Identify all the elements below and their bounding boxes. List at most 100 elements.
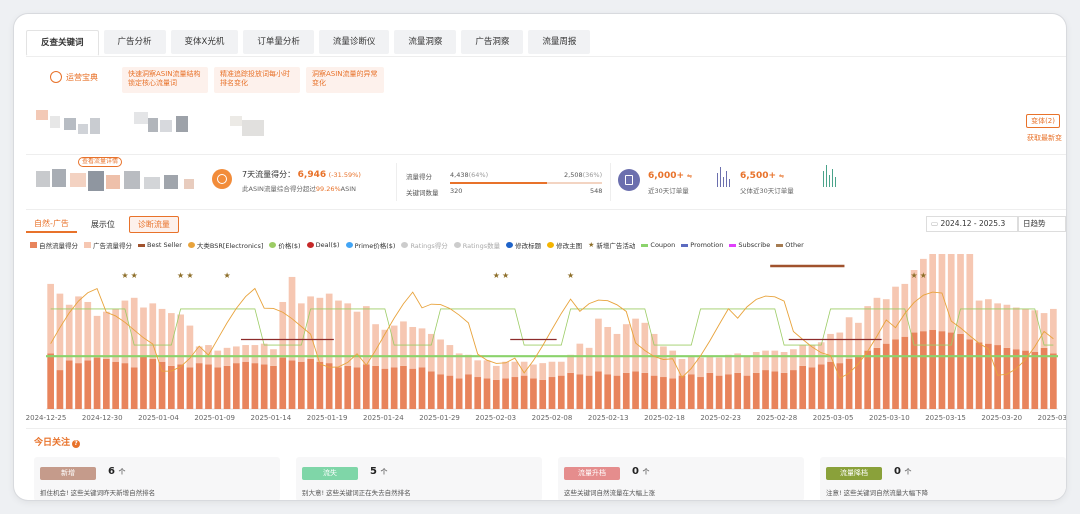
organic-bar xyxy=(613,375,621,409)
organic-bar xyxy=(492,379,500,409)
today-card[interactable]: 新增 6 个抓住机会! 这些关键词昨天新增自然排名 xyxy=(34,457,280,500)
x-tick-label: 2024-12-30 xyxy=(82,414,123,422)
help-icon[interactable]: ? xyxy=(72,440,81,448)
ad-bar xyxy=(297,303,305,362)
organic-bar xyxy=(103,358,110,409)
tab-reverse-keywords[interactable]: 反查关键词 xyxy=(26,30,99,56)
organic-bar xyxy=(799,365,807,409)
tab-variant-xray[interactable]: 变体X光机 xyxy=(170,30,239,54)
organic-bar xyxy=(780,372,788,409)
organic-bar xyxy=(530,378,537,409)
subtab-diagnose[interactable]: 诊断流量 xyxy=(128,216,179,233)
tip-card[interactable]: 精准追踪投放词每小时排名变化 xyxy=(214,67,300,93)
ad-bar xyxy=(790,349,797,371)
organic-bar xyxy=(650,375,658,409)
organic-bar xyxy=(1031,352,1039,409)
date-range-picker[interactable]: ▭ 2024.12 - 2025.3 xyxy=(926,216,1018,232)
organic-bar xyxy=(752,372,760,409)
today-card[interactable]: 流量降档 0 个注意! 这些关键词自然流量大幅下降 xyxy=(820,457,1066,500)
trend-select[interactable]: 日趋势 xyxy=(1018,216,1066,232)
organic-bar xyxy=(734,372,742,409)
tab-ad-analysis[interactable]: 广告分析 xyxy=(103,30,166,54)
divider xyxy=(396,163,397,201)
score-value: 6,946 xyxy=(297,170,327,180)
fetch-latest-link[interactable]: 获取最新变 xyxy=(1027,133,1062,143)
tab-traffic-diagnosis[interactable]: 流量诊断仪 xyxy=(318,30,390,54)
legend-swatch xyxy=(453,242,461,248)
ad-bar xyxy=(660,346,667,378)
ops-guide[interactable]: 运营宝典 xyxy=(50,71,98,83)
tab-traffic-insight[interactable]: 流量洞察 xyxy=(394,30,457,54)
ops-guide-label: 运营宝典 xyxy=(66,72,98,82)
ad-bar xyxy=(975,300,983,343)
legend-item[interactable]: Best Seller xyxy=(138,240,182,250)
ad-bar xyxy=(604,326,612,375)
flow-progress-fill xyxy=(450,182,548,184)
organic-bar xyxy=(130,367,138,409)
legend-item[interactable]: 大类BSR[Electronics] xyxy=(187,240,263,250)
today-card[interactable]: 流量升档 0 个这些关键词自然流量在大幅上涨 xyxy=(558,457,804,500)
organic-bar xyxy=(845,358,853,409)
chart-legend: 自然流量得分 广告流量得分 Best Seller 大类BSR[Electronics… xyxy=(30,240,1060,250)
organic-bar xyxy=(697,377,704,409)
today-focus: 今日关注? 新增 6 个抓住机会! 这些关键词昨天新增自然排名 流失 5 个别大意! … xyxy=(26,428,1066,500)
today-card[interactable]: 流失 5 个别大意! 这些关键词正在失去自然排名 xyxy=(296,457,542,500)
ad-bar xyxy=(251,345,259,364)
legend-label: 价格($) xyxy=(278,242,301,250)
ad-bar xyxy=(836,332,844,364)
legend-item[interactable]: 价格($) xyxy=(269,240,301,250)
tip-card[interactable]: 快速洞察ASIN流量结构锁定核心流量词 xyxy=(122,67,208,93)
variant-button[interactable]: 变体(2) xyxy=(1026,114,1060,128)
ad-bar xyxy=(474,360,482,378)
organic-bar xyxy=(715,375,723,409)
organic-bar xyxy=(316,361,324,409)
organic-bar xyxy=(901,336,909,409)
legend-label: Coupon xyxy=(650,241,676,249)
ad-bar xyxy=(994,303,1001,346)
legend-item[interactable]: Deal($) xyxy=(306,240,340,250)
card-desc: 别大意! 这些关键词正在失去自然排名 xyxy=(302,489,411,497)
ad-bar xyxy=(316,297,324,362)
organic-bar xyxy=(93,357,101,409)
detail-tag[interactable]: 查看流量详情 xyxy=(78,157,123,167)
organic-bar xyxy=(251,363,259,409)
tip-card[interactable]: 洞察ASIN流量的异常变化 xyxy=(306,67,384,93)
ad-bar xyxy=(641,322,649,373)
organic-bar xyxy=(112,361,119,409)
card-pill: 流失 xyxy=(302,467,358,480)
tab-order-analysis[interactable]: 订单量分析 xyxy=(243,30,314,54)
legend-item[interactable]: Ratings数量 xyxy=(453,240,500,250)
legend-item[interactable]: Other xyxy=(776,240,804,250)
tab-ad-insight[interactable]: 广告洞察 xyxy=(461,30,524,54)
organic-bar xyxy=(520,375,528,409)
ad-bar xyxy=(697,357,704,378)
organic-bar xyxy=(641,372,649,409)
ad-bar xyxy=(548,361,556,378)
legend-item[interactable]: 自然流量得分 xyxy=(30,240,78,250)
legend-item[interactable]: 修改标题 xyxy=(506,240,541,250)
legend-item[interactable]: 广告流量得分 xyxy=(84,240,132,250)
legend-item[interactable]: Promotion xyxy=(681,240,723,250)
organic-bar xyxy=(158,361,166,409)
x-tick-label: 2025-02-23 xyxy=(700,414,741,422)
organic-bar xyxy=(437,374,444,409)
legend-item[interactable]: Prime价格($) xyxy=(345,240,396,250)
legend-item[interactable]: Coupon xyxy=(641,240,675,250)
legend-item[interactable]: Subscribe xyxy=(729,240,770,250)
ad-bar xyxy=(771,350,779,372)
kw-label: 关键词数量 xyxy=(406,189,439,197)
subtab-placement[interactable]: 展示位 xyxy=(83,217,123,232)
legend-item[interactable]: Ratings得分 xyxy=(401,240,448,250)
organic-bar xyxy=(223,365,231,409)
organic-bar xyxy=(427,371,435,409)
legend-label: Prime价格($) xyxy=(354,242,396,250)
legend-label: Ratings得分 xyxy=(410,242,448,250)
legend-item[interactable]: ★ 新增广告活动 xyxy=(588,240,635,250)
organic-bar xyxy=(548,377,556,409)
organic-bar xyxy=(409,368,417,409)
tab-traffic-weekly[interactable]: 流量周报 xyxy=(528,30,591,54)
subtab-organic-ad[interactable]: 自然-广告 xyxy=(26,216,77,233)
card-pill: 新增 xyxy=(40,467,96,480)
lightbulb-icon xyxy=(50,71,62,83)
legend-item[interactable]: 修改主图 xyxy=(547,240,582,250)
